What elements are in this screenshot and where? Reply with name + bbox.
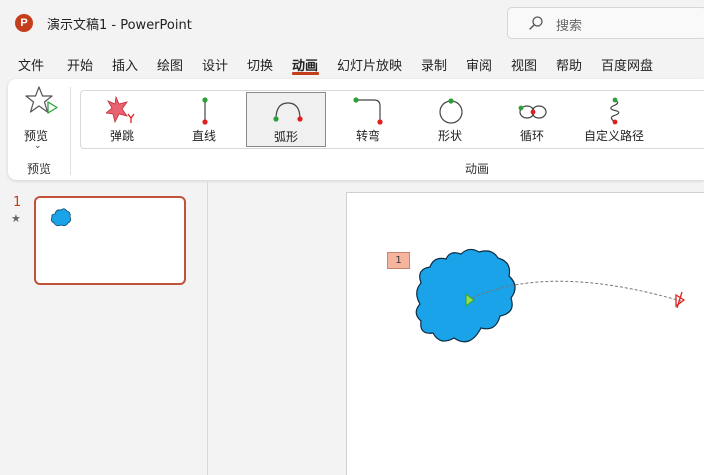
- tab-baidu-netdisk[interactable]: 百度网盘: [601, 55, 653, 74]
- animation-label: 自定义路径: [583, 129, 644, 143]
- tab-file[interactable]: 文件: [18, 55, 44, 74]
- slide-content: [415, 248, 686, 343]
- group-label-animation: 动画: [465, 162, 490, 176]
- slide-number: 1: [13, 195, 22, 210]
- menu-bar: 文件 开始 插入 绘图 设计 切换 动画 幻灯片放映 录制 审阅 视图 帮助 百…: [0, 46, 704, 78]
- search-icon: [529, 16, 543, 30]
- arc-path-icon: [273, 102, 303, 122]
- slide-thumbnail[interactable]: [34, 196, 186, 285]
- tab-design[interactable]: 设计: [202, 55, 228, 74]
- tab-insert[interactable]: 插入: [112, 55, 138, 74]
- loop-path-icon: [518, 105, 547, 119]
- animation-turn[interactable]: 转弯: [328, 92, 408, 147]
- line-path-icon: [202, 97, 208, 125]
- tab-view[interactable]: 视图: [511, 55, 537, 74]
- tab-draw[interactable]: 绘图: [157, 55, 183, 74]
- animation-label: 直线: [191, 129, 216, 143]
- animation-loop[interactable]: 循环: [492, 92, 572, 147]
- cloud-thumbnail-icon: [50, 208, 72, 227]
- group-divider: [70, 87, 71, 175]
- animation-marker-icon: ★: [11, 212, 21, 225]
- tab-review[interactable]: 审阅: [466, 55, 492, 74]
- tab-transitions[interactable]: 切换: [247, 55, 273, 74]
- animation-line[interactable]: 直线: [164, 92, 244, 147]
- animation-label: 弧形: [273, 130, 298, 144]
- tab-help[interactable]: 帮助: [556, 55, 582, 74]
- animation-bounce[interactable]: 弹跳: [82, 92, 162, 147]
- animation-label: 循环: [519, 129, 544, 143]
- pane-divider: [207, 182, 208, 475]
- animation-label: 弹跳: [109, 129, 134, 143]
- powerpoint-logo-icon: P: [15, 14, 33, 32]
- animation-label: 形状: [437, 129, 462, 143]
- search-placeholder: 搜索: [556, 19, 583, 34]
- animation-label: 转弯: [355, 129, 380, 143]
- search-input[interactable]: 搜索: [507, 7, 704, 39]
- shape-path-icon: [439, 98, 463, 124]
- animation-custom-path[interactable]: 自定义路径: [574, 92, 654, 147]
- title-bar: P 演示文稿1 - PowerPoint 搜索: [0, 0, 704, 46]
- animation-shape[interactable]: 形状: [410, 92, 490, 147]
- tab-record[interactable]: 录制: [421, 55, 447, 74]
- star-preview-icon: [25, 86, 58, 114]
- window-title: 演示文稿1 - PowerPoint: [47, 18, 192, 33]
- preview-button[interactable]: 预览 ⌄: [20, 85, 64, 155]
- tab-slideshow[interactable]: 幻灯片放映: [337, 55, 402, 74]
- active-tab-indicator: [292, 72, 319, 75]
- animation-order-tag[interactable]: 1: [387, 252, 410, 269]
- animation-arc[interactable]: 弧形: [246, 92, 326, 147]
- turn-path-icon: [353, 97, 383, 125]
- group-label-preview: 预览: [27, 162, 52, 176]
- custom-path-icon: [610, 97, 620, 125]
- bounce-icon: [106, 96, 135, 124]
- tab-home[interactable]: 开始: [67, 55, 93, 74]
- ribbon: 预览 ⌄ 预览 弹跳 直线 弧形 转弯 形状 循环 自定义路径 动画: [8, 79, 704, 180]
- animation-gallery: 弹跳 直线 弧形 转弯 形状 循环 自定义路径: [80, 90, 704, 149]
- chevron-down-icon: ⌄: [34, 141, 42, 151]
